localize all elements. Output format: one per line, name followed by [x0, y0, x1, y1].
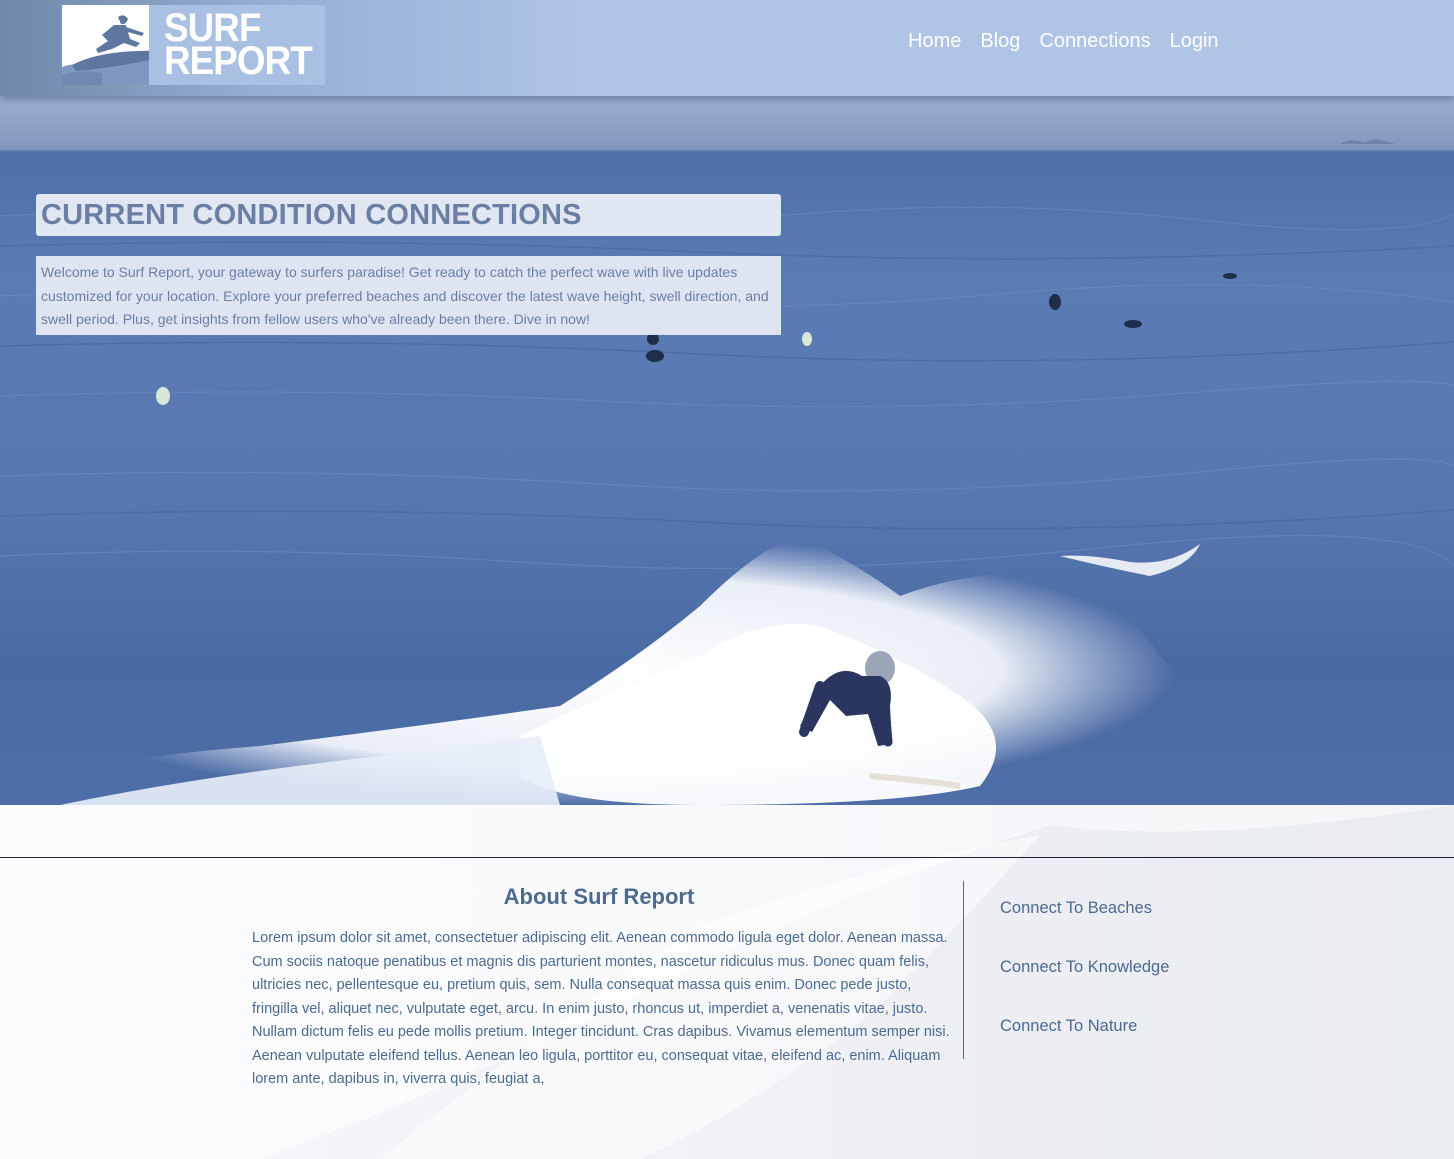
hero-section: CURRENT CONDITION CONNECTIONS Welcome to…	[0, 96, 1454, 805]
connect-beaches-link[interactable]: Connect To Beaches	[1000, 899, 1169, 919]
vertical-divider	[963, 881, 964, 1059]
nav-login-link[interactable]: Login	[1170, 30, 1219, 53]
about-text: Lorem ipsum dolor sit amet, consectetuer…	[252, 930, 950, 1087]
connect-nature-link[interactable]: Connect To Nature	[1000, 1017, 1169, 1037]
hero-title-box: CURRENT CONDITION CONNECTIONS	[36, 194, 781, 236]
logo-line-report: REPORT	[164, 39, 313, 83]
section-divider	[0, 857, 1454, 858]
surfer-icon	[62, 5, 150, 85]
hero-title: CURRENT CONDITION CONNECTIONS	[41, 198, 582, 231]
about-section: About Surf Report Lorem ipsum dolor sit …	[0, 805, 1454, 1159]
about-title: About Surf Report	[503, 884, 695, 909]
connect-links: Connect To Beaches Connect To Knowledge …	[1000, 899, 1169, 1076]
nav-connections-link[interactable]: Connections	[1039, 30, 1150, 53]
nav-blog-link[interactable]: Blog	[980, 30, 1020, 53]
hero-intro-text: Welcome to Surf Report, your gateway to …	[41, 264, 769, 327]
hero-intro-box: Welcome to Surf Report, your gateway to …	[36, 256, 781, 335]
connect-knowledge-link[interactable]: Connect To Knowledge	[1000, 958, 1169, 978]
logo-text: SURF REPORT	[164, 8, 313, 83]
nav-home-link[interactable]: Home	[908, 30, 961, 53]
site-header: SURF REPORT Home Blog Connections Login	[0, 0, 1454, 96]
main-nav: Home Blog Connections Login	[908, 30, 1238, 53]
site-logo[interactable]: SURF REPORT	[62, 5, 325, 85]
